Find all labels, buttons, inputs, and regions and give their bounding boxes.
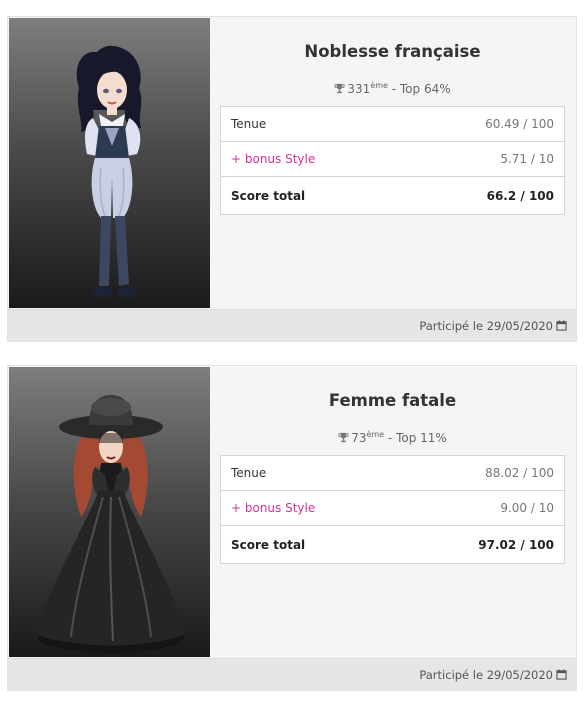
trophy-icon [338, 432, 349, 443]
tenue-value: 60.49 / 100 [406, 106, 566, 142]
contest-title: Femme fatale [328, 391, 457, 410]
score-row-total: Score total 66.2 / 100 [220, 176, 566, 215]
total-label: Score total [220, 176, 407, 215]
score-row-tenue: Tenue 60.49 / 100 [220, 106, 566, 142]
rank-line: 331ème - Top 64% [220, 81, 565, 96]
bonus-value: 9.00 / 10 [399, 490, 565, 526]
avatar-image[interactable] [9, 367, 210, 657]
score-row-tenue: Tenue 88.02 / 100 [219, 455, 565, 491]
rank-top: - Top 64% [387, 82, 451, 96]
score-row-total: Score total 97.02 / 100 [219, 525, 565, 564]
rank-suffix: ème [370, 81, 388, 90]
total-label: Score total [219, 525, 400, 564]
score-table: Tenue 60.49 / 100 + bonus Style 5.71 / 1… [220, 106, 566, 215]
total-value: 66.2 / 100 [406, 176, 566, 215]
bonus-label: + bonus Style [219, 490, 400, 526]
score-row-bonus: + bonus Style 9.00 / 10 [219, 490, 565, 526]
contest-title: Noblesse française [304, 42, 481, 61]
bonus-label: + bonus Style [220, 141, 407, 177]
fatale-avatar-figure [37, 395, 185, 654]
rank-suffix: ème [366, 430, 385, 439]
participation-date: Participé le 29/05/2020 [419, 668, 553, 682]
tenue-label: Tenue [219, 455, 400, 491]
card-footer: Participé le 29/05/2020 [8, 658, 576, 690]
card-footer: Participé le 29/05/2020 [8, 309, 576, 341]
rank-number: 73 [351, 431, 367, 445]
tenue-label: Tenue [220, 106, 407, 142]
avatar-image[interactable] [9, 18, 210, 308]
tenue-value: 88.02 / 100 [399, 455, 565, 491]
noble-avatar-figure [76, 45, 142, 297]
rank-number: 331 [347, 82, 371, 96]
score-table: Tenue 88.02 / 100 + bonus Style 9.00 / 1… [219, 455, 565, 564]
trophy-icon [334, 83, 345, 94]
participation-date: Participé le 29/05/2020 [419, 319, 553, 333]
contest-card: Noblesse française 331ème - Top 64% Tenu… [7, 16, 577, 342]
calendar-icon [556, 320, 567, 331]
bonus-value: 5.71 / 10 [406, 141, 566, 177]
score-row-bonus: + bonus Style 5.71 / 10 [220, 141, 566, 177]
total-value: 97.02 / 100 [399, 525, 565, 564]
rank-top: - Top 11% [384, 431, 447, 445]
calendar-icon [556, 669, 567, 680]
rank-line: 73ème - Top 11% [220, 430, 565, 445]
contest-card: Femme fatale 73ème - Top 11% Tenue 88.02… [7, 365, 577, 691]
